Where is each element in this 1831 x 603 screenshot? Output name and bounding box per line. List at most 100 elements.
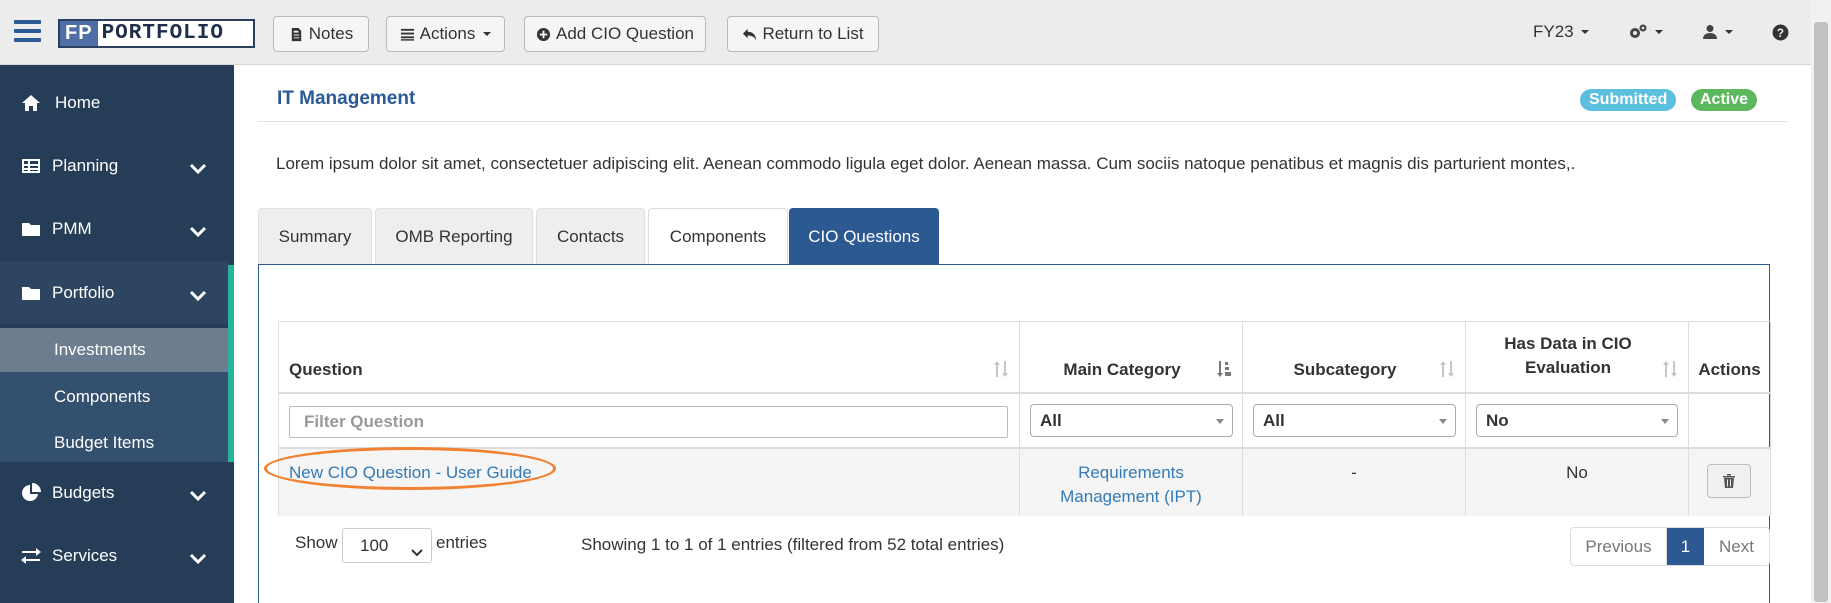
actions-button[interactable]: Actions <box>386 16 505 52</box>
dropdown-arrow-icon <box>1216 419 1224 424</box>
sidebar-item-portfolio[interactable]: Portfolio <box>0 261 228 324</box>
status-badge-submitted: Submitted <box>1580 89 1677 111</box>
chevron-down-icon <box>189 160 207 174</box>
chevron-down-icon <box>189 223 207 237</box>
previous-page-button[interactable]: Previous <box>1571 528 1667 565</box>
caret-down-icon <box>1580 30 1589 34</box>
column-header-question[interactable]: Question <box>279 322 1020 392</box>
notes-icon <box>291 27 301 41</box>
tab-components[interactable]: Components <box>648 208 788 264</box>
sort-icon <box>993 360 1009 378</box>
user-icon <box>1703 25 1717 39</box>
filter-subcategory-select[interactable]: All <box>1253 404 1456 437</box>
chevron-down-icon <box>189 550 207 564</box>
cell-subcategory: - <box>1243 449 1466 516</box>
add-cio-question-button[interactable]: Add CIO Question <box>524 16 706 52</box>
caret-down-icon <box>1655 30 1663 34</box>
sidebar-subitem-components[interactable]: Components <box>0 375 228 419</box>
user-dropdown[interactable] <box>1702 18 1733 46</box>
chevron-down-icon <box>189 487 207 501</box>
delete-button[interactable] <box>1707 464 1751 498</box>
main-category-link-line1[interactable]: Requirements <box>1020 461 1242 485</box>
filter-cell-main-category: All <box>1020 394 1243 448</box>
filter-cell-has-data: No <box>1466 394 1689 448</box>
filter-main-category-select[interactable]: All <box>1030 404 1233 437</box>
sidebar-item-label: Home <box>55 92 101 112</box>
sidebar: Home Planning PMM Portfolio Investments … <box>0 65 234 603</box>
tab-omb-reporting[interactable]: OMB Reporting <box>375 208 533 264</box>
sidebar-item-pmm[interactable]: PMM <box>0 197 228 260</box>
scrollbar-thumb[interactable] <box>1814 22 1828 602</box>
return-to-list-button[interactable]: Return to List <box>727 16 879 52</box>
tab-contacts[interactable]: Contacts <box>536 208 645 264</box>
filter-question-input[interactable] <box>289 406 1008 438</box>
question-circle-icon: ? <box>1772 24 1789 40</box>
scrollbar[interactable] <box>1811 0 1831 603</box>
fiscal-year-dropdown[interactable]: FY23 <box>1533 18 1589 46</box>
sort-ascending-icon <box>1216 360 1232 378</box>
tab-summary[interactable]: Summary <box>258 208 372 264</box>
sidebar-item-budgets[interactable]: Budgets <box>0 461 228 524</box>
page-title: IT Management <box>277 88 416 109</box>
title-divider <box>258 121 1788 122</box>
help-button[interactable]: ? <box>1772 18 1789 46</box>
filter-has-data-select[interactable]: No <box>1476 404 1678 437</box>
chevron-down-icon <box>411 542 423 557</box>
column-header-has-data[interactable]: Has Data in CIO Evaluation <box>1466 322 1689 392</box>
sidebar-item-label: PMM <box>52 218 92 238</box>
exchange-icon <box>20 546 42 566</box>
select-value: All <box>1040 410 1062 430</box>
logo-fp: FP <box>60 21 98 46</box>
plus-circle-icon <box>536 27 551 41</box>
entries-label: entries <box>436 533 488 552</box>
filter-cell-question <box>279 394 1020 448</box>
pagination: Previous 1 Next <box>1570 527 1770 566</box>
table-info: Showing 1 to 1 of 1 entries (filtered fr… <box>581 535 1005 554</box>
sort-icon <box>1662 360 1678 378</box>
dropdown-arrow-icon <box>1439 419 1447 424</box>
trash-icon <box>1723 474 1735 488</box>
column-header-main-category[interactable]: Main Category <box>1020 322 1243 392</box>
column-header-subcategory[interactable]: Subcategory <box>1243 322 1466 392</box>
sidebar-item-planning[interactable]: Planning <box>0 134 228 197</box>
select-value: All <box>1263 410 1285 430</box>
sort-icon <box>1439 360 1455 378</box>
column-header-label: Evaluation <box>1525 358 1611 377</box>
add-cio-question-label: Add CIO Question <box>556 24 694 43</box>
page-1-button[interactable]: 1 <box>1667 528 1704 565</box>
sidebar-item-label: Planning <box>52 155 119 175</box>
pie-chart-icon <box>20 482 42 503</box>
page-length-value: 100 <box>360 535 389 555</box>
actions-label: Actions <box>419 24 476 43</box>
main-category-link-line2[interactable]: Management (IPT) <box>1020 485 1242 509</box>
return-to-list-label: Return to List <box>762 24 864 43</box>
sidebar-item-home[interactable]: Home <box>0 71 228 134</box>
sidebar-subitem-investments[interactable]: Investments <box>0 328 228 372</box>
fiscal-year-label: FY23 <box>1533 22 1574 41</box>
cell-question: New CIO Question - User Guide <box>279 449 1020 516</box>
svg-text:?: ? <box>1777 26 1784 39</box>
notes-button[interactable]: Notes <box>273 16 369 52</box>
cell-main-category: Requirements Management (IPT) <box>1020 449 1243 516</box>
tab-cio-questions[interactable]: CIO Questions <box>789 208 939 264</box>
sidebar-item-label: Services <box>52 545 118 565</box>
status-badge-active: Active <box>1691 89 1758 111</box>
cell-has-data: No <box>1466 449 1689 516</box>
question-link[interactable]: New CIO Question - User Guide <box>289 463 532 482</box>
sidebar-item-services[interactable]: Services <box>0 524 228 587</box>
column-header-label: Has Data in CIO <box>1504 334 1632 353</box>
next-page-button[interactable]: Next <box>1704 528 1769 565</box>
settings-dropdown[interactable] <box>1628 18 1663 46</box>
sidebar-subitem-budget-items[interactable]: Budget Items <box>0 421 228 465</box>
caret-down-icon <box>483 32 492 36</box>
dropdown-arrow-icon <box>1661 419 1669 424</box>
reply-icon <box>743 28 757 40</box>
hamburger-menu-icon[interactable] <box>14 20 41 42</box>
app-logo[interactable]: FP PORTFOLIO <box>58 19 255 48</box>
folder-icon <box>20 283 42 303</box>
table-row: New CIO Question - User Guide Requiremen… <box>279 449 1770 516</box>
page-length-select[interactable]: 100 <box>342 528 432 563</box>
page-description: Lorem ipsum dolor sit amet, consectetuer… <box>276 154 1576 173</box>
column-header-label: Subcategory <box>1293 360 1397 379</box>
cio-questions-table: Question Main Category Subcategory Has D… <box>278 321 1771 516</box>
